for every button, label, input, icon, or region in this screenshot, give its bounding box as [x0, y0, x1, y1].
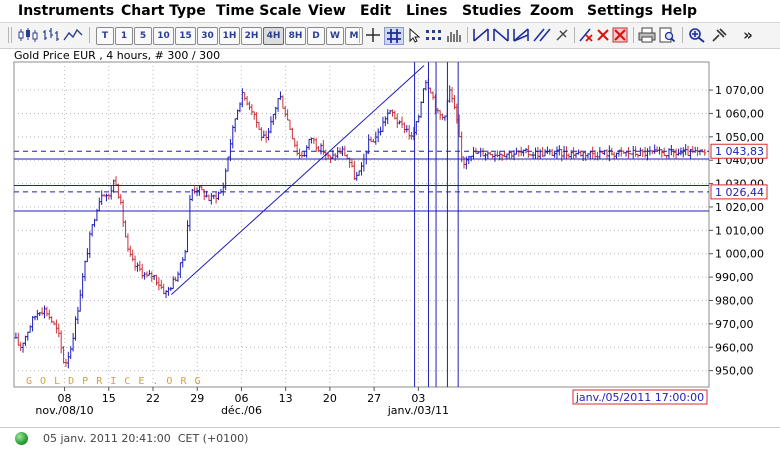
x-tick-label: 15 — [102, 392, 116, 405]
y-tick-label: 1 020,00 — [715, 201, 764, 214]
x-tick-label: 29 — [190, 392, 204, 405]
y-tick-label: 960,00 — [715, 341, 754, 354]
chart[interactable]: 950,00 960,00 970,00 980,00 990,00 1 000,00 1 … — [0, 0, 780, 430]
y-tick-label: 1 000,00 — [715, 248, 764, 261]
price-marker-label: 1 043,83 — [715, 145, 764, 158]
y-tick-label: 1 070,00 — [715, 84, 764, 97]
status-bar: 05 janv. 2011 20:41:00 CET (+0100) — [0, 427, 780, 457]
x-tick-label: 20 — [323, 392, 337, 405]
status-timezone: CET (+0100) — [177, 432, 249, 445]
y-tick-label: 950,00 — [715, 365, 754, 378]
y-tick-label: 980,00 — [715, 294, 754, 307]
x-month-label: déc./06 — [221, 404, 262, 417]
watermark: G O L D P R I C E . O R G — [26, 376, 202, 387]
x-tick-label: 13 — [279, 392, 293, 405]
y-tick-label: 1 060,00 — [715, 107, 764, 120]
status-datetime: 05 janv. 2011 20:41:00 — [43, 432, 171, 445]
plot-area — [13, 61, 710, 388]
cursor-time-label: janv./05/2011 17:00:00 — [575, 391, 704, 404]
y-tick-label: 1 050,00 — [715, 131, 764, 144]
x-month-label: nov./08/10 — [35, 404, 93, 417]
connection-status-icon — [15, 432, 28, 445]
y-tick-label: 1 010,00 — [715, 224, 764, 237]
y-tick-label: 970,00 — [715, 318, 754, 331]
y-tick-label: 990,00 — [715, 271, 754, 284]
price-marker-label: 1 026,44 — [715, 186, 764, 199]
x-tick-label: 27 — [367, 392, 381, 405]
x-tick-label: 22 — [146, 392, 160, 405]
x-month-label: janv./03/11 — [387, 404, 449, 417]
status-datetime-text: 05 janv. 2011 20:41:00 CET (+0100) — [43, 432, 248, 445]
